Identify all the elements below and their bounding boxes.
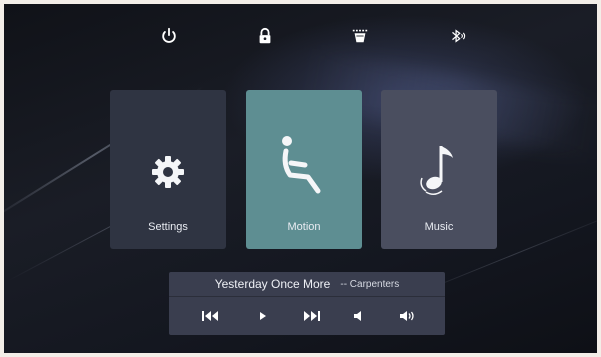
track-artist: -- Carpenters xyxy=(340,278,400,290)
next-button[interactable] xyxy=(301,306,323,326)
main-screen: Settings Motion Music Yesterday Once Mor… xyxy=(4,4,597,353)
playback-controls xyxy=(169,300,445,332)
settings-tile[interactable]: Settings xyxy=(110,90,226,249)
motion-label: Motion xyxy=(287,221,321,233)
motion-tile[interactable]: Motion xyxy=(246,90,362,249)
volume-down-icon xyxy=(354,311,361,321)
music-label: Music xyxy=(424,221,454,233)
music-player: Yesterday Once More -- Carpenters xyxy=(169,272,445,335)
music-note-icon xyxy=(420,146,453,195)
volume-up-button[interactable] xyxy=(397,306,419,326)
gear-icon xyxy=(152,156,184,188)
next-icon xyxy=(304,311,320,321)
play-icon xyxy=(260,312,266,320)
previous-icon xyxy=(202,311,218,321)
recline-seat-icon xyxy=(282,136,321,194)
play-button[interactable] xyxy=(252,306,274,326)
track-title: Yesterday Once More xyxy=(214,277,331,291)
settings-label: Settings xyxy=(148,221,188,233)
previous-button[interactable] xyxy=(199,306,221,326)
bluetooth-icon[interactable] xyxy=(447,26,467,46)
lock-icon[interactable] xyxy=(255,26,275,46)
music-tile[interactable]: Music xyxy=(381,90,497,249)
volume-down-button[interactable] xyxy=(349,306,371,326)
power-icon[interactable] xyxy=(159,26,179,46)
cup-holder-icon[interactable] xyxy=(350,26,370,46)
volume-up-icon xyxy=(400,311,414,321)
now-playing: Yesterday Once More -- Carpenters xyxy=(169,272,445,297)
